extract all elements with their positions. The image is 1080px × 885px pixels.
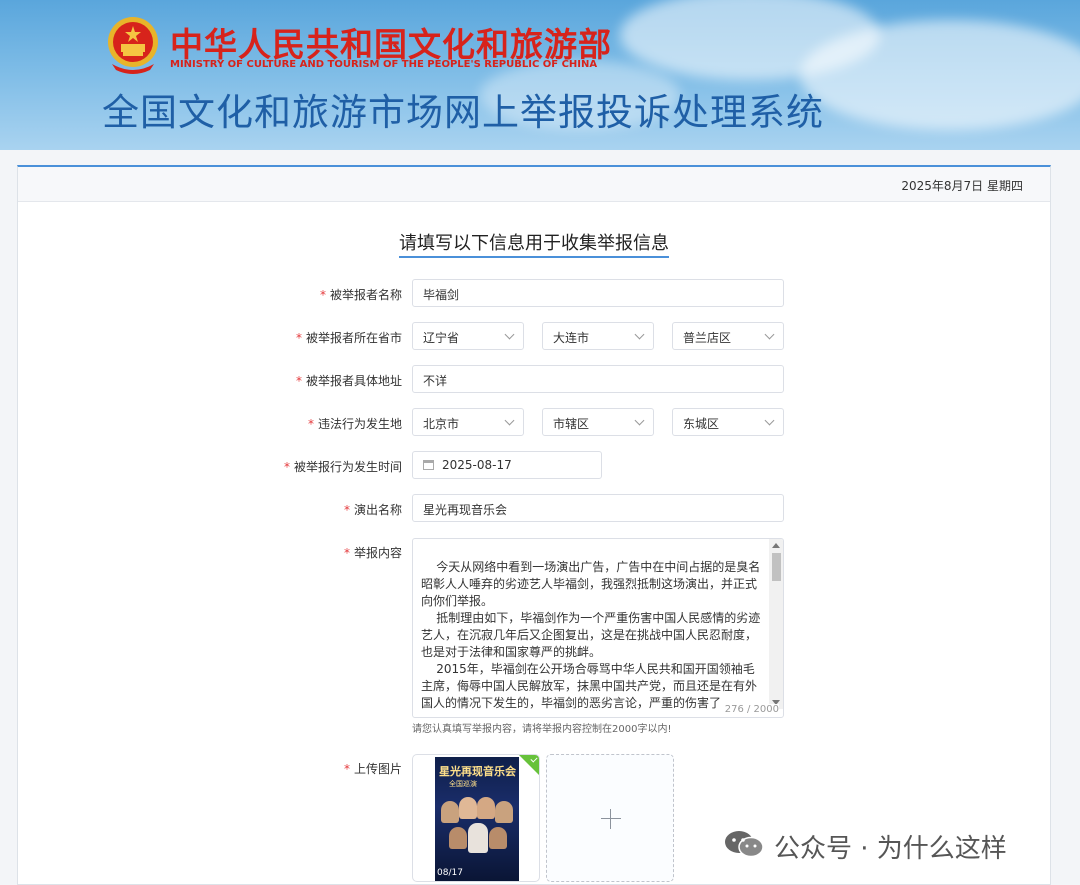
reported-address-input[interactable]: 不详 xyxy=(412,365,784,393)
char-counter: 276 / 2000 xyxy=(722,704,779,715)
chevron-down-icon xyxy=(634,329,645,340)
wechat-icon xyxy=(725,831,764,858)
report-content-text: 今天从网络中看到一场演出广告，广告中在中间占据的是臭名昭彰人人唾弃的劣迹艺人毕福… xyxy=(421,560,761,710)
plus-icon xyxy=(610,809,611,829)
calendar-icon xyxy=(423,460,434,470)
current-date: 2025年8月7日 星期四 xyxy=(901,179,1023,193)
field-label: * 被举报者名称 xyxy=(319,288,402,302)
add-image-button[interactable] xyxy=(546,754,674,882)
violation-province-select[interactable]: 北京市 xyxy=(412,408,524,436)
chevron-down-icon xyxy=(504,415,515,426)
poster-person xyxy=(468,823,488,853)
field-label: * 上传图片 xyxy=(343,762,402,776)
cloud-decoration xyxy=(800,20,1080,130)
chevron-down-icon xyxy=(634,415,645,426)
ministry-name-en: MINISTRY OF CULTURE AND TOURISM OF THE P… xyxy=(170,59,598,70)
field-label: * 被举报行为发生时间 xyxy=(283,460,402,474)
report-content-textarea[interactable]: 今天从网络中看到一场演出广告，广告中在中间占据的是臭名昭彰人人唾弃的劣迹艺人毕福… xyxy=(412,538,784,718)
field-label: * 举报内容 xyxy=(343,546,402,560)
scroll-up-arrow-icon[interactable] xyxy=(772,543,780,548)
violation-city-select[interactable]: 市辖区 xyxy=(542,408,654,436)
system-title: 全国文化和旅游市场网上举报投诉处理系统 xyxy=(102,91,824,134)
reported-name-input[interactable]: 毕福剑 xyxy=(412,279,784,307)
poster-date: 08/17 xyxy=(437,868,463,878)
violation-date-picker[interactable]: 2025-08-17 xyxy=(412,451,602,479)
poster-person xyxy=(489,827,507,849)
chevron-down-icon xyxy=(504,329,515,340)
field-label: * 演出名称 xyxy=(343,503,402,517)
poster-title: 星光再现音乐会 xyxy=(439,765,516,778)
show-name-input[interactable]: 星光再现音乐会 xyxy=(412,494,784,522)
reported-province-select[interactable]: 辽宁省 xyxy=(412,322,524,350)
field-label: * 被举报者具体地址 xyxy=(295,374,402,388)
textarea-scrollbar[interactable] xyxy=(769,539,783,709)
reported-district-select[interactable]: 普兰店区 xyxy=(672,322,784,350)
national-emblem-icon xyxy=(108,17,158,74)
report-form-card: 2025年8月7日 星期四 请填写以下信息用于收集举报信息 * 被举报者名称 毕福… xyxy=(17,165,1051,885)
poster-subtitle: 全国巡演 xyxy=(449,780,477,788)
plus-icon xyxy=(601,818,621,819)
date-bar: 2025年8月7日 星期四 xyxy=(18,167,1050,202)
field-label: * 被举报者所在省市 xyxy=(295,331,402,345)
field-label: * 违法行为发生地 xyxy=(307,417,402,431)
poster-person xyxy=(449,827,467,849)
poster-person xyxy=(495,801,513,823)
chevron-down-icon xyxy=(764,415,775,426)
concert-poster-image: 星光再现音乐会 全国巡演 08/17 xyxy=(435,757,519,881)
scrollbar-thumb[interactable] xyxy=(772,553,781,581)
content-hint: 请您认真填写举报内容，请将举报内容控制在2000字以内! xyxy=(412,724,672,735)
chevron-down-icon xyxy=(764,329,775,340)
form-title: 请填写以下信息用于收集举报信息 xyxy=(18,229,1050,258)
header-banner: 中华人民共和国文化和旅游部 MINISTRY OF CULTURE AND TO… xyxy=(0,0,1080,150)
poster-person xyxy=(441,801,459,823)
poster-person xyxy=(459,797,477,819)
uploaded-image-thumbnail[interactable]: 星光再现音乐会 全国巡演 08/17 xyxy=(412,754,540,882)
watermark-text: 公众号 · 为什么这样 xyxy=(774,834,1007,864)
poster-person xyxy=(477,797,495,819)
reported-city-select[interactable]: 大连市 xyxy=(542,322,654,350)
violation-district-select[interactable]: 东城区 xyxy=(672,408,784,436)
